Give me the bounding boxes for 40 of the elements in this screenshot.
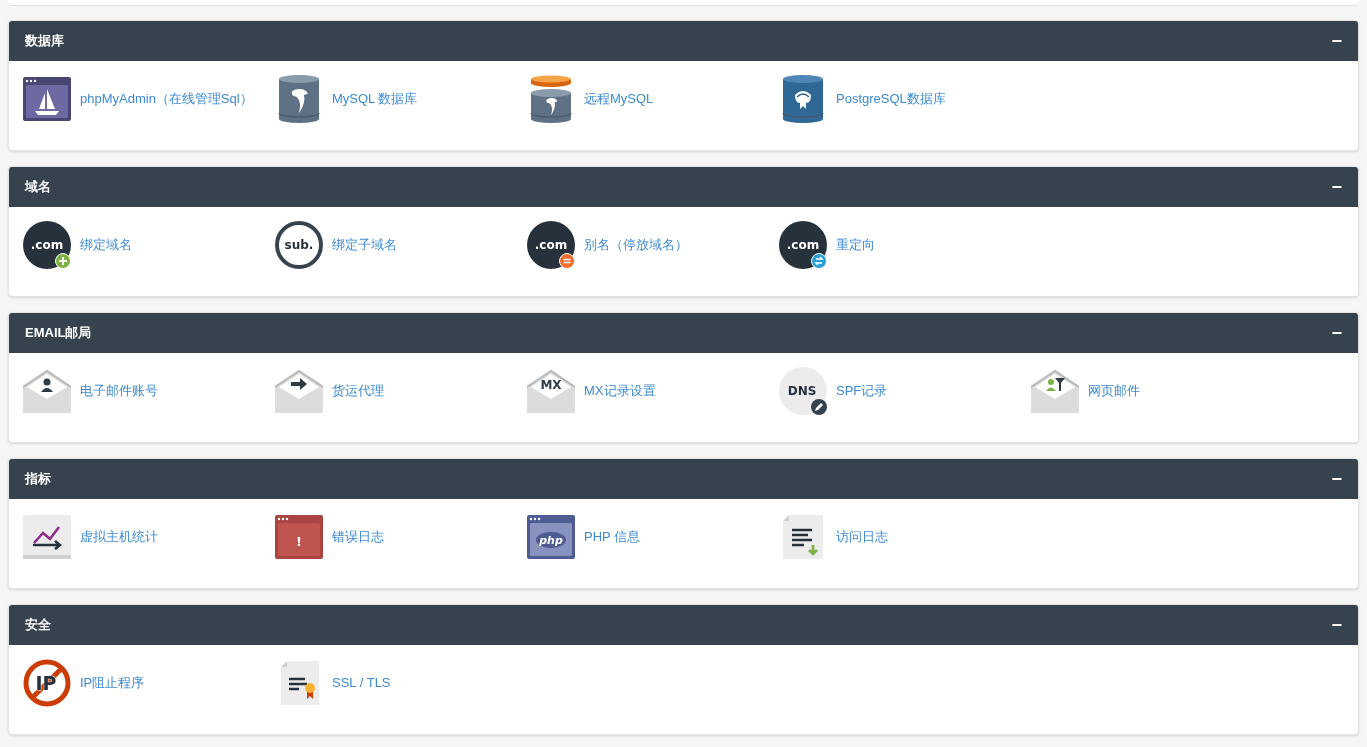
tool-link[interactable]: PostgreSQL数据库 [779, 75, 1031, 123]
tool-link[interactable]: .com 别名（停放域名） [527, 221, 779, 269]
tool-link[interactable]: 货运代理 [275, 367, 527, 415]
chart-icon [23, 513, 71, 561]
tool-link[interactable]: 远程MySQL [527, 75, 779, 123]
tool-link[interactable]: DNS SPF记录 [779, 367, 1031, 415]
collapse-button[interactable]: − [1327, 616, 1346, 634]
error-window-icon: ! [275, 513, 323, 561]
tool-link[interactable]: phpMyAdmin（在线管理Sql） [23, 75, 275, 123]
panel-title: 数据库 [25, 32, 64, 51]
collapse-button[interactable]: − [1327, 32, 1346, 50]
panel-title: 指标 [25, 470, 51, 489]
tool-link[interactable]: 电子邮件账号 [23, 367, 275, 415]
envelope-icon [1031, 367, 1079, 415]
panel-title: 域名 [25, 178, 51, 197]
tool-link[interactable]: MySQL 数据库 [275, 75, 527, 123]
tool-link[interactable]: sub. 绑定子域名 [275, 221, 527, 269]
domain-badge-icon: .com [23, 221, 71, 269]
collapse-button[interactable]: − [1327, 324, 1346, 342]
dns-edit-icon: DNS [779, 367, 827, 415]
envelope-icon [23, 367, 71, 415]
php-window-icon: php [527, 513, 575, 561]
collapse-button[interactable]: − [1327, 178, 1346, 196]
tool-link[interactable]: 虚拟主机统计 [23, 513, 275, 561]
tool-link[interactable]: 访问日志 [779, 513, 1031, 561]
tool-link[interactable]: MX MX记录设置 [527, 367, 779, 415]
tool-link[interactable]: ! 错误日志 [275, 513, 527, 561]
collapse-button[interactable]: − [1327, 470, 1346, 488]
tool-link[interactable]: .com 绑定域名 [23, 221, 275, 269]
tool-link[interactable]: SSL / TLS [275, 659, 527, 707]
panel-title: EMAIL邮局 [25, 324, 92, 343]
subdomain-icon: sub. [275, 221, 323, 269]
sailboat-window-icon [23, 75, 71, 123]
domain-badge-icon: .com [527, 221, 575, 269]
envelope-icon [275, 367, 323, 415]
tool-link[interactable]: .com 重定向 [779, 221, 1031, 269]
panel-title: 安全 [25, 616, 51, 635]
tool-link[interactable]: php PHP 信息 [527, 513, 779, 561]
domain-badge-icon: .com [779, 221, 827, 269]
tool-link[interactable]: 网页邮件 [1031, 367, 1283, 415]
